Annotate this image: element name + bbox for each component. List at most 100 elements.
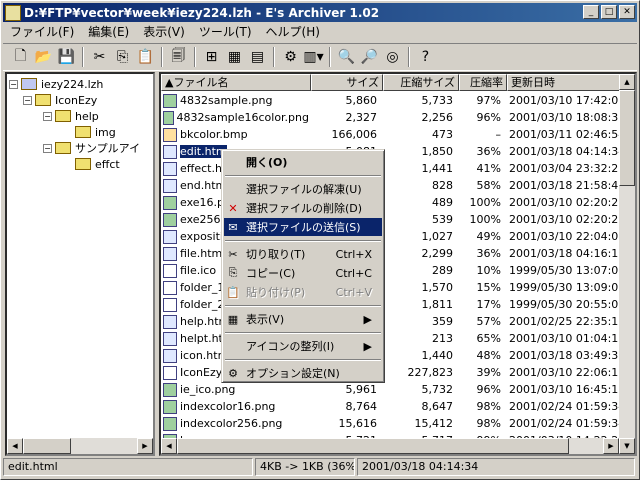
collapse-icon[interactable]: − [43, 111, 52, 121]
scroll-left-arrow-icon[interactable]: ◀ [161, 438, 177, 454]
cut-icon[interactable]: ✂ [88, 46, 111, 68]
tree-node-help[interactable]: − help [43, 108, 99, 124]
context-menu-item[interactable]: ▦ 表示(V) ▶ [224, 310, 382, 328]
tree-node-iconezy[interactable]: − IconEzy [23, 92, 97, 108]
context-menu-item[interactable]: ✂ 切り取り(T) Ctrl+X [224, 245, 382, 263]
list-horizontal-scrollbar[interactable]: ◀ ▶ [161, 438, 619, 454]
file-name-cell[interactable]: 4832sample.png [161, 93, 309, 108]
table-row[interactable]: bkcolor.bmp 166,006 473 –2001/03/11 02:46:5… [161, 126, 625, 143]
table-row[interactable]: indexcolor16.png 8,764 8,647 98% 2001/02/24 … [161, 398, 625, 415]
compressed-size: 2,256 [421, 111, 454, 124]
menu-item-label: 選択ファイルの送信(S) [246, 221, 361, 234]
collapse-icon[interactable]: − [43, 143, 52, 153]
tree-node-sample-icons[interactable]: − サンプルアイ [43, 140, 140, 156]
compressed-size: 1,570 [421, 281, 454, 294]
compressed-size: 359 [432, 315, 453, 328]
file-name: edit.htm [180, 145, 227, 158]
tree-node-img[interactable]: img [75, 124, 116, 140]
minimize-button[interactable]: _ [583, 5, 599, 19]
file-name-cell[interactable]: indexcolor16.png [161, 399, 309, 414]
column-header-compressed-size[interactable]: 圧縮サイズ [383, 74, 459, 91]
context-menu-item[interactable]: ✕ 選択ファイルの削除(D) [224, 199, 382, 217]
tree-horizontal-scrollbar[interactable]: ◀ ▶ [7, 438, 153, 454]
context-menu-item[interactable]: ⎘ コピー(C) Ctrl+C [224, 264, 382, 282]
compression-ratio: 58% [476, 179, 501, 192]
list-view-icon[interactable]: ▦ [223, 46, 246, 68]
list-header: ▲ファイル名 サイズ 圧縮サイズ 圧縮率 更新日時 [161, 74, 623, 91]
menu-bar: ファイル(F) 編集(E) 表示(V) ツール(T) ヘルプ(H) [3, 22, 637, 41]
compressed-size: 227,823 [407, 366, 454, 379]
tree-node-archive[interactable]: − iezy224.lzh [9, 76, 103, 92]
scroll-left-arrow-icon[interactable]: ◀ [7, 438, 23, 454]
menu-view[interactable]: 表示(V) [136, 23, 192, 40]
compressed-size: 1,441 [421, 162, 454, 175]
tree-node-label: help [75, 109, 99, 123]
menu-tools[interactable]: ツール(T) [192, 23, 259, 40]
table-row[interactable]: 4832sample.png 5,860 5,733 97% 2001/03/10 17… [161, 92, 625, 109]
menu-item-shortcut: Ctrl+X [335, 247, 372, 261]
column-header-ratio[interactable]: 圧縮率 [459, 74, 507, 91]
menu-help[interactable]: ヘルプ(H) [259, 23, 327, 40]
tree-node-effct[interactable]: effct [75, 156, 120, 172]
file-name: bkcolor.bmp [180, 128, 248, 141]
menu-item-label: 選択ファイルの削除(D) [246, 202, 363, 215]
close-button[interactable]: ✕ [619, 5, 635, 19]
htm-file-icon [163, 314, 177, 329]
modified-date: 2001/03/18 21:58:46 [509, 179, 625, 192]
help-icon[interactable]: ? [414, 46, 437, 68]
context-menu-item[interactable]: ✉ 選択ファイルの送信(S) [224, 218, 382, 236]
scroll-right-arrow-icon[interactable]: ▶ [137, 438, 153, 454]
large-icons-view-icon[interactable]: ⊞ [200, 46, 223, 68]
archiver-app-icon[interactable] [5, 4, 21, 21]
file-name-cell[interactable]: indexcolor256.png [161, 416, 309, 431]
compressed-size: 1,811 [421, 298, 454, 311]
column-header-name[interactable]: ▲ファイル名 [161, 74, 311, 91]
new-archive-icon[interactable]: 🗋 [9, 46, 32, 68]
scroll-down-arrow-icon[interactable]: ▼ [619, 438, 635, 454]
paste-icon[interactable]: 📋 [134, 46, 157, 68]
copy-icon[interactable]: ⎘ [111, 46, 134, 68]
file-name-cell[interactable]: 4832sample16color.png [161, 110, 309, 125]
file-name-cell[interactable]: bkcolor.bmp [161, 127, 309, 142]
find-in-archive-icon[interactable]: 🔎 [358, 46, 381, 68]
menu-item-icon: ▦ [227, 312, 239, 326]
list-vertical-scrollbar[interactable]: ▲ ▼ [619, 74, 635, 454]
view-dropdown-icon[interactable]: ▥▾ [302, 46, 325, 68]
collapse-icon[interactable]: − [9, 79, 18, 89]
save-icon[interactable]: 💾 [55, 46, 78, 68]
collapse-icon[interactable]: − [23, 95, 32, 105]
column-header-size[interactable]: サイズ [311, 74, 383, 91]
column-header-date[interactable]: 更新日時 [507, 74, 623, 91]
context-menu-item[interactable]: アイコンの整列(I) ▶ [224, 337, 382, 355]
title-bar[interactable]: D:¥FTP¥vector¥week¥iezy224.lzh - E's Arc… [3, 3, 637, 22]
scroll-thumb[interactable] [619, 90, 635, 186]
maximize-button[interactable]: □ [601, 5, 617, 19]
settings-icon[interactable]: ⚙ [279, 46, 302, 68]
menu-item-label: オプション設定(N) [246, 367, 340, 380]
properties-icon[interactable]: 🗐 [167, 46, 190, 68]
table-row[interactable]: indexcolor256.png 15,616 15,412 98% 2001/02/… [161, 415, 625, 432]
scroll-thumb[interactable] [23, 438, 71, 454]
file-name: file.html [180, 247, 226, 260]
context-menu-item[interactable]: 開く(O) [224, 153, 382, 171]
scroll-up-arrow-icon[interactable]: ▲ [619, 74, 635, 90]
details-view-icon[interactable]: ▤ [246, 46, 269, 68]
menu-file[interactable]: ファイル(F) [3, 23, 81, 40]
menu-item-shortcut: ▶ [363, 312, 372, 326]
compression-ratio: 96% [476, 383, 501, 396]
file-name-cell[interactable]: ie_ico.png [161, 382, 309, 397]
search-icon[interactable]: 🔍 [335, 46, 358, 68]
scroll-thumb[interactable] [177, 438, 569, 454]
scroll-right-arrow-icon[interactable]: ▶ [603, 438, 619, 454]
compressed-size: 8,647 [421, 400, 454, 413]
context-menu-item[interactable]: ⚙ オプション設定(N) [224, 364, 382, 382]
context-menu-item[interactable]: 選択ファイルの解凍(U) [224, 180, 382, 198]
folder-tree[interactable]: − iezy224.lzh − IconEzy − help img − サンプ… [5, 72, 155, 456]
menu-edit[interactable]: 編集(E) [81, 23, 136, 40]
table-row[interactable]: 4832sample16color.png 2,327 2,256 96% 2001/0… [161, 109, 625, 126]
test-archive-icon[interactable]: ◎ [381, 46, 404, 68]
menu-item-label: アイコンの整列(I) [246, 340, 335, 353]
open-folder-icon[interactable]: 📂 [32, 46, 55, 68]
table-row[interactable]: ie_ico.png 5,961 5,732 96% 2001/03/10 16:45:… [161, 381, 625, 398]
compressed-size: 489 [432, 196, 453, 209]
